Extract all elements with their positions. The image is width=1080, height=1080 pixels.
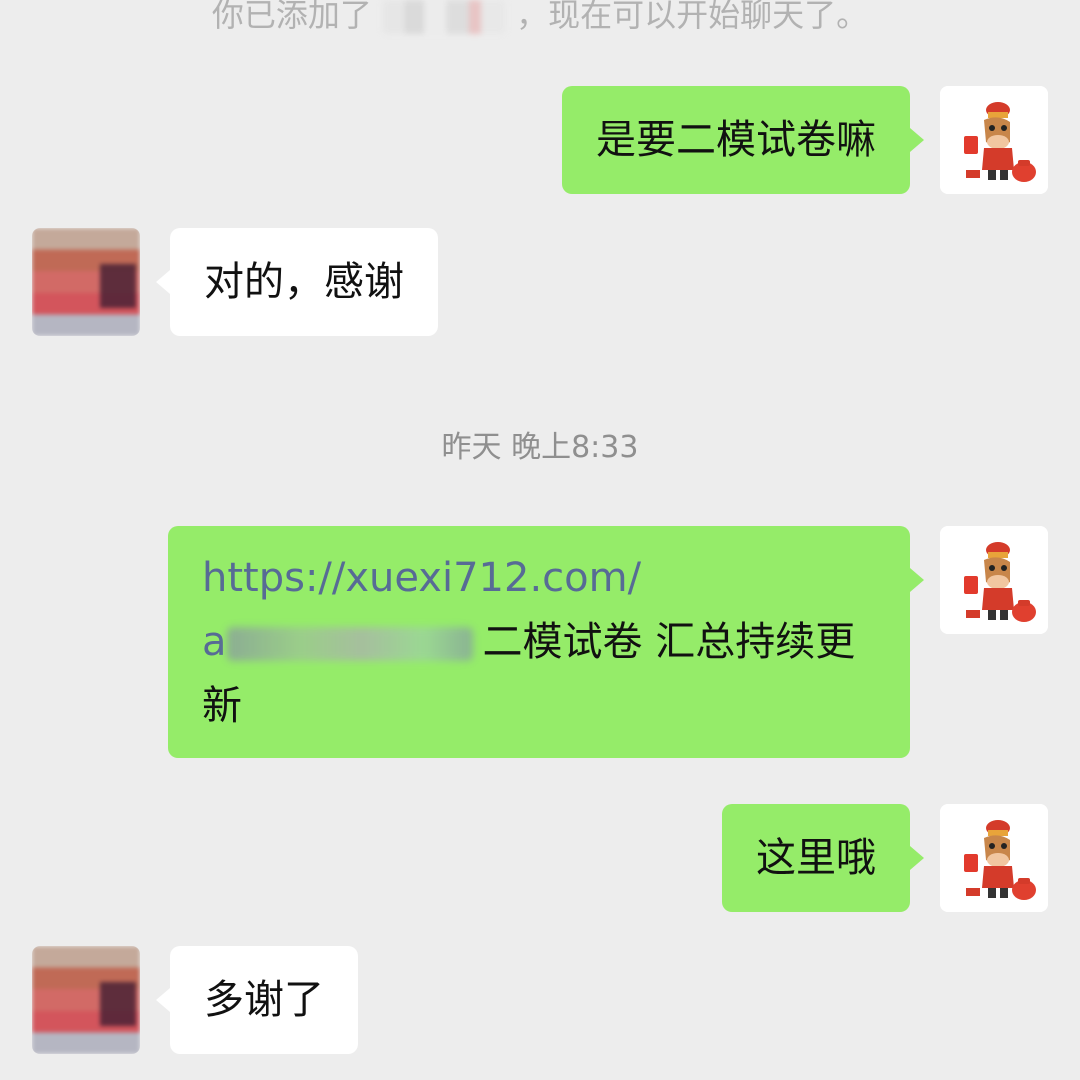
message-bubble-self[interactable]: 是要二模试卷嘛 xyxy=(562,86,924,194)
cartoon-horse-icon xyxy=(940,86,1048,194)
blurred-profile-photo xyxy=(32,946,140,1054)
notice-suffix: ，现在可以开始聊天了。 xyxy=(516,0,869,34)
self-avatar[interactable] xyxy=(940,86,1048,194)
message-text: 多谢了 xyxy=(204,977,324,1023)
friend-added-notice: 你已添加了 ，现在可以开始聊天了。 xyxy=(0,0,1080,36)
cartoon-horse-icon xyxy=(940,526,1048,634)
chat-window: 你已添加了 ，现在可以开始聊天了。 是要二模试卷嘛 对的，感谢 昨天 晚上8:3… xyxy=(0,0,1080,1080)
notice-prefix: 你已添加了 xyxy=(211,0,372,34)
message-bubble-self[interactable]: 这里哦 xyxy=(722,804,924,912)
shared-link-tail[interactable]: a xyxy=(202,619,227,665)
cartoon-horse-icon xyxy=(940,804,1048,912)
blurred-link-path xyxy=(226,627,473,661)
blurred-profile-photo xyxy=(32,228,140,336)
shared-link[interactable]: https://xuexi712.com/ xyxy=(202,555,641,601)
message-text: 是要二模试卷嘛 xyxy=(596,117,876,163)
message-timestamp: 昨天 晚上8:33 xyxy=(441,430,639,465)
message-bubble-other[interactable]: 对的，感谢 xyxy=(156,228,438,336)
contact-avatar[interactable] xyxy=(32,228,140,336)
self-avatar[interactable] xyxy=(940,526,1048,634)
message-bubble-other[interactable]: 多谢了 xyxy=(156,946,358,1054)
message-bubble-self-link[interactable]: https://xuexi712.com/ a 二模试卷 汇总持续更新 xyxy=(168,526,924,758)
blurred-contact-name xyxy=(382,0,506,34)
message-text: 这里哦 xyxy=(756,835,876,881)
message-text: 对的，感谢 xyxy=(204,259,404,305)
contact-avatar[interactable] xyxy=(32,946,140,1054)
self-avatar[interactable] xyxy=(940,804,1048,912)
